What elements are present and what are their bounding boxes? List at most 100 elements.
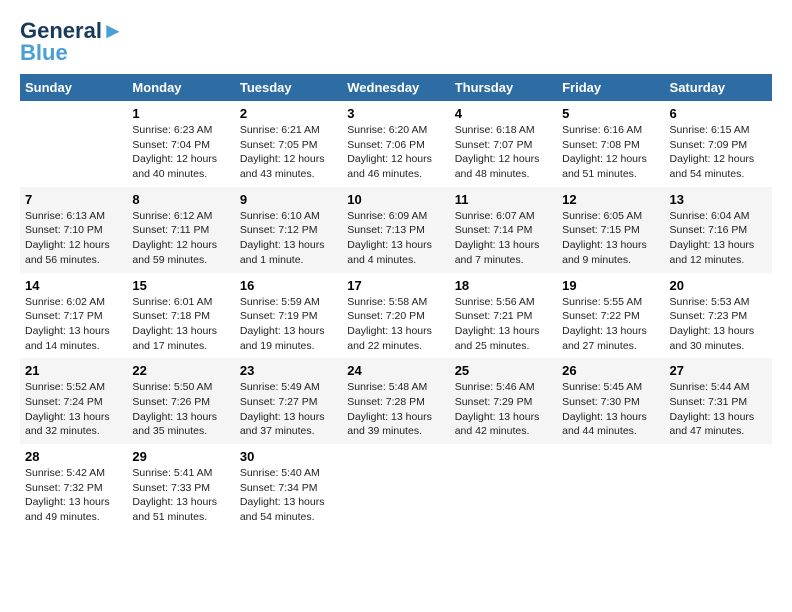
calendar-cell: 14 Sunrise: 6:02 AMSunset: 7:17 PMDayligh… — [20, 273, 127, 359]
calendar-cell: 23Sunrise: 5:49 AMSunset: 7:27 PMDayligh… — [235, 358, 342, 444]
calendar-cell: 19 Sunrise: 5:55 AMSunset: 7:22 PMDayligh… — [557, 273, 664, 359]
calendar-cell: 2 Sunrise: 6:21 AMSunset: 7:05 PMDaylight… — [235, 101, 342, 187]
calendar-cell: 6 Sunrise: 6:15 AMSunset: 7:09 PMDaylight… — [665, 101, 772, 187]
cell-info: Sunrise: 6:01 AMSunset: 7:18 PMDaylight:… — [132, 295, 229, 354]
calendar-cell: 3 Sunrise: 6:20 AMSunset: 7:06 PMDaylight… — [342, 101, 449, 187]
calendar-cell: 12Sunrise: 6:05 AMSunset: 7:15 PMDayligh… — [557, 187, 664, 273]
header-row: SundayMondayTuesdayWednesdayThursdayFrid… — [20, 74, 772, 101]
cell-info: Sunrise: 5:46 AMSunset: 7:29 PMDaylight:… — [455, 380, 552, 439]
day-number: 9 — [240, 192, 337, 207]
calendar-cell: 11Sunrise: 6:07 AMSunset: 7:14 PMDayligh… — [450, 187, 557, 273]
day-number: 14 — [25, 278, 122, 293]
weekday-header: Wednesday — [342, 74, 449, 101]
cell-info: Sunrise: 5:44 AMSunset: 7:31 PMDaylight:… — [670, 380, 767, 439]
day-number: 1 — [132, 106, 229, 121]
day-number: 24 — [347, 363, 444, 378]
day-number: 23 — [240, 363, 337, 378]
weekday-header: Thursday — [450, 74, 557, 101]
calendar-cell: 17 Sunrise: 5:58 AMSunset: 7:20 PMDayligh… — [342, 273, 449, 359]
day-number: 11 — [455, 192, 552, 207]
calendar-cell: 13 Sunrise: 6:04 AMSunset: 7:16 PMDayligh… — [665, 187, 772, 273]
cell-info: Sunrise: 5:58 AMSunset: 7:20 PMDaylight:… — [347, 295, 444, 354]
cell-info: Sunrise: 6:21 AMSunset: 7:05 PMDaylight:… — [240, 123, 337, 182]
weekday-header: Sunday — [20, 74, 127, 101]
calendar-cell: 4 Sunrise: 6:18 AMSunset: 7:07 PMDaylight… — [450, 101, 557, 187]
calendar-cell: 28 Sunrise: 5:42 AMSunset: 7:32 PMDayligh… — [20, 444, 127, 530]
calendar-cell: 8 Sunrise: 6:12 AMSunset: 7:11 PMDaylight… — [127, 187, 234, 273]
cell-info: Sunrise: 5:50 AMSunset: 7:26 PMDaylight:… — [132, 380, 229, 439]
day-number: 3 — [347, 106, 444, 121]
calendar-cell: 5 Sunrise: 6:16 AMSunset: 7:08 PMDaylight… — [557, 101, 664, 187]
calendar-cell: 30Sunrise: 5:40 AMSunset: 7:34 PMDayligh… — [235, 444, 342, 530]
calendar-cell: 7Sunrise: 6:13 AMSunset: 7:10 PMDaylight… — [20, 187, 127, 273]
calendar-week-row: 21 Sunrise: 5:52 AMSunset: 7:24 PMDayligh… — [20, 358, 772, 444]
calendar-cell — [557, 444, 664, 530]
day-number: 13 — [670, 192, 767, 207]
calendar-cell: 9Sunrise: 6:10 AMSunset: 7:12 PMDaylight… — [235, 187, 342, 273]
day-number: 18 — [455, 278, 552, 293]
weekday-header: Tuesday — [235, 74, 342, 101]
day-number: 25 — [455, 363, 552, 378]
calendar-cell: 24 Sunrise: 5:48 AMSunset: 7:28 PMDayligh… — [342, 358, 449, 444]
logo-text: General►Blue — [20, 20, 124, 64]
calendar-cell — [665, 444, 772, 530]
day-number: 17 — [347, 278, 444, 293]
calendar-week-row: 28 Sunrise: 5:42 AMSunset: 7:32 PMDayligh… — [20, 444, 772, 530]
day-number: 15 — [132, 278, 229, 293]
cell-info: Sunrise: 5:48 AMSunset: 7:28 PMDaylight:… — [347, 380, 444, 439]
calendar-week-row: 1 Sunrise: 6:23 AMSunset: 7:04 PMDaylight… — [20, 101, 772, 187]
logo: General►Blue — [20, 20, 124, 64]
cell-info: Sunrise: 6:18 AMSunset: 7:07 PMDaylight:… — [455, 123, 552, 182]
day-number: 6 — [670, 106, 767, 121]
cell-info: Sunrise: 5:41 AMSunset: 7:33 PMDaylight:… — [132, 466, 229, 525]
day-number: 20 — [670, 278, 767, 293]
calendar-cell — [342, 444, 449, 530]
day-number: 26 — [562, 363, 659, 378]
calendar-cell — [20, 101, 127, 187]
day-number: 19 — [562, 278, 659, 293]
cell-info: Sunrise: 6:04 AMSunset: 7:16 PMDaylight:… — [670, 209, 767, 268]
day-number: 10 — [347, 192, 444, 207]
day-number: 21 — [25, 363, 122, 378]
day-number: 8 — [132, 192, 229, 207]
day-number: 22 — [132, 363, 229, 378]
cell-info: Sunrise: 5:52 AMSunset: 7:24 PMDaylight:… — [25, 380, 122, 439]
calendar-week-row: 7Sunrise: 6:13 AMSunset: 7:10 PMDaylight… — [20, 187, 772, 273]
day-number: 16 — [240, 278, 337, 293]
cell-info: Sunrise: 6:02 AMSunset: 7:17 PMDaylight:… — [25, 295, 122, 354]
calendar-table: SundayMondayTuesdayWednesdayThursdayFrid… — [20, 74, 772, 530]
weekday-header: Saturday — [665, 74, 772, 101]
cell-info: Sunrise: 6:13 AMSunset: 7:10 PMDaylight:… — [25, 209, 122, 268]
day-number: 2 — [240, 106, 337, 121]
cell-info: Sunrise: 5:53 AMSunset: 7:23 PMDaylight:… — [670, 295, 767, 354]
calendar-cell: 16Sunrise: 5:59 AMSunset: 7:19 PMDayligh… — [235, 273, 342, 359]
cell-info: Sunrise: 6:23 AMSunset: 7:04 PMDaylight:… — [132, 123, 229, 182]
calendar-cell: 29 Sunrise: 5:41 AMSunset: 7:33 PMDayligh… — [127, 444, 234, 530]
weekday-header: Monday — [127, 74, 234, 101]
cell-info: Sunrise: 6:09 AMSunset: 7:13 PMDaylight:… — [347, 209, 444, 268]
cell-info: Sunrise: 6:16 AMSunset: 7:08 PMDaylight:… — [562, 123, 659, 182]
calendar-cell — [450, 444, 557, 530]
cell-info: Sunrise: 6:12 AMSunset: 7:11 PMDaylight:… — [132, 209, 229, 268]
calendar-cell: 22 Sunrise: 5:50 AMSunset: 7:26 PMDayligh… — [127, 358, 234, 444]
day-number: 5 — [562, 106, 659, 121]
day-number: 29 — [132, 449, 229, 464]
calendar-week-row: 14 Sunrise: 6:02 AMSunset: 7:17 PMDayligh… — [20, 273, 772, 359]
day-number: 28 — [25, 449, 122, 464]
day-number: 4 — [455, 106, 552, 121]
calendar-cell: 15 Sunrise: 6:01 AMSunset: 7:18 PMDayligh… — [127, 273, 234, 359]
day-number: 12 — [562, 192, 659, 207]
calendar-cell: 20 Sunrise: 5:53 AMSunset: 7:23 PMDayligh… — [665, 273, 772, 359]
cell-info: Sunrise: 5:42 AMSunset: 7:32 PMDaylight:… — [25, 466, 122, 525]
cell-info: Sunrise: 6:20 AMSunset: 7:06 PMDaylight:… — [347, 123, 444, 182]
calendar-cell: 10 Sunrise: 6:09 AMSunset: 7:13 PMDayligh… — [342, 187, 449, 273]
cell-info: Sunrise: 5:55 AMSunset: 7:22 PMDaylight:… — [562, 295, 659, 354]
cell-info: Sunrise: 6:15 AMSunset: 7:09 PMDaylight:… — [670, 123, 767, 182]
calendar-cell: 26 Sunrise: 5:45 AMSunset: 7:30 PMDayligh… — [557, 358, 664, 444]
cell-info: Sunrise: 5:45 AMSunset: 7:30 PMDaylight:… — [562, 380, 659, 439]
day-number: 27 — [670, 363, 767, 378]
calendar-cell: 1 Sunrise: 6:23 AMSunset: 7:04 PMDaylight… — [127, 101, 234, 187]
cell-info: Sunrise: 5:56 AMSunset: 7:21 PMDaylight:… — [455, 295, 552, 354]
page-header: General►Blue — [20, 20, 772, 64]
calendar-cell: 27 Sunrise: 5:44 AMSunset: 7:31 PMDayligh… — [665, 358, 772, 444]
